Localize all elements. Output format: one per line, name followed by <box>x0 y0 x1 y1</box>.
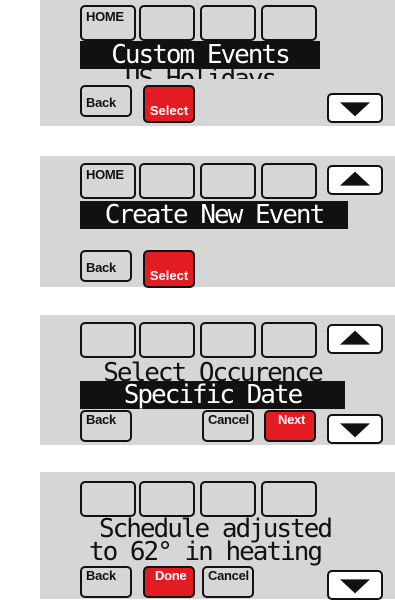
top-blank-button-2[interactable] <box>139 163 195 199</box>
top-blank-button-2[interactable] <box>139 5 195 41</box>
screen-create-new-event: HOME Create New Event Back Select <box>40 156 395 288</box>
back-button[interactable]: Back <box>80 566 132 598</box>
up-arrow-button[interactable] <box>327 165 383 195</box>
top-blank-button-1[interactable] <box>80 322 136 358</box>
down-arrow-icon <box>340 579 370 594</box>
select-label: Select <box>149 103 189 118</box>
menu-line-selected: Specific Date <box>80 381 345 409</box>
top-blank-button-2[interactable] <box>139 322 195 358</box>
message-line-2: to 62° in heating <box>88 537 323 567</box>
up-arrow-button[interactable] <box>327 324 383 354</box>
top-blank-button-2[interactable] <box>139 481 195 517</box>
top-blank-button-3[interactable] <box>200 322 256 358</box>
cancel-label: Cancel <box>208 568 249 583</box>
home-button[interactable]: HOME <box>80 163 136 199</box>
screen-custom-events: HOME Custom Events US Holidays Back Sele… <box>40 0 395 126</box>
back-label: Back <box>86 568 116 583</box>
select-button[interactable]: Select <box>143 85 195 123</box>
home-button[interactable]: HOME <box>80 5 136 41</box>
top-blank-button-3[interactable] <box>200 5 256 41</box>
select-label: Select <box>149 268 189 283</box>
done-button[interactable]: Done <box>143 566 195 598</box>
done-label: Done <box>155 568 187 583</box>
next-button[interactable]: Next <box>264 410 316 442</box>
select-button[interactable]: Select <box>143 250 195 288</box>
top-blank-button-3[interactable] <box>200 481 256 517</box>
down-arrow-button[interactable] <box>327 93 383 123</box>
up-arrow-icon <box>340 330 370 345</box>
up-arrow-icon <box>340 171 370 186</box>
back-label: Back <box>86 95 116 110</box>
back-button[interactable]: Back <box>80 85 132 117</box>
menu-line-selected: Create New Event <box>80 201 348 229</box>
top-blank-button-4[interactable] <box>261 163 317 199</box>
top-blank-button-4[interactable] <box>261 5 317 41</box>
top-blank-button-4[interactable] <box>261 322 317 358</box>
back-button[interactable]: Back <box>80 410 132 442</box>
home-label: HOME <box>86 167 124 182</box>
back-button[interactable]: Back <box>80 250 132 282</box>
home-label: HOME <box>86 9 124 24</box>
top-blank-button-3[interactable] <box>200 163 256 199</box>
down-arrow-icon <box>340 423 370 438</box>
top-blank-button-4[interactable] <box>261 481 317 517</box>
screen-schedule-adjusted: Schedule adjusted to 62° in heating Back… <box>40 472 395 600</box>
back-label: Back <box>86 260 116 275</box>
cancel-button[interactable]: Cancel <box>202 410 254 442</box>
menu-line: US Holidays <box>80 65 320 79</box>
cancel-label: Cancel <box>208 412 249 427</box>
back-label: Back <box>86 412 116 427</box>
down-arrow-icon <box>340 102 370 117</box>
cancel-button[interactable]: Cancel <box>202 566 254 598</box>
down-arrow-button[interactable] <box>327 570 383 600</box>
down-arrow-button[interactable] <box>327 414 383 444</box>
next-label: Next <box>278 412 305 427</box>
screen-select-occurence: Select Occurence Specific Date Back Canc… <box>40 315 395 445</box>
top-blank-button-1[interactable] <box>80 481 136 517</box>
